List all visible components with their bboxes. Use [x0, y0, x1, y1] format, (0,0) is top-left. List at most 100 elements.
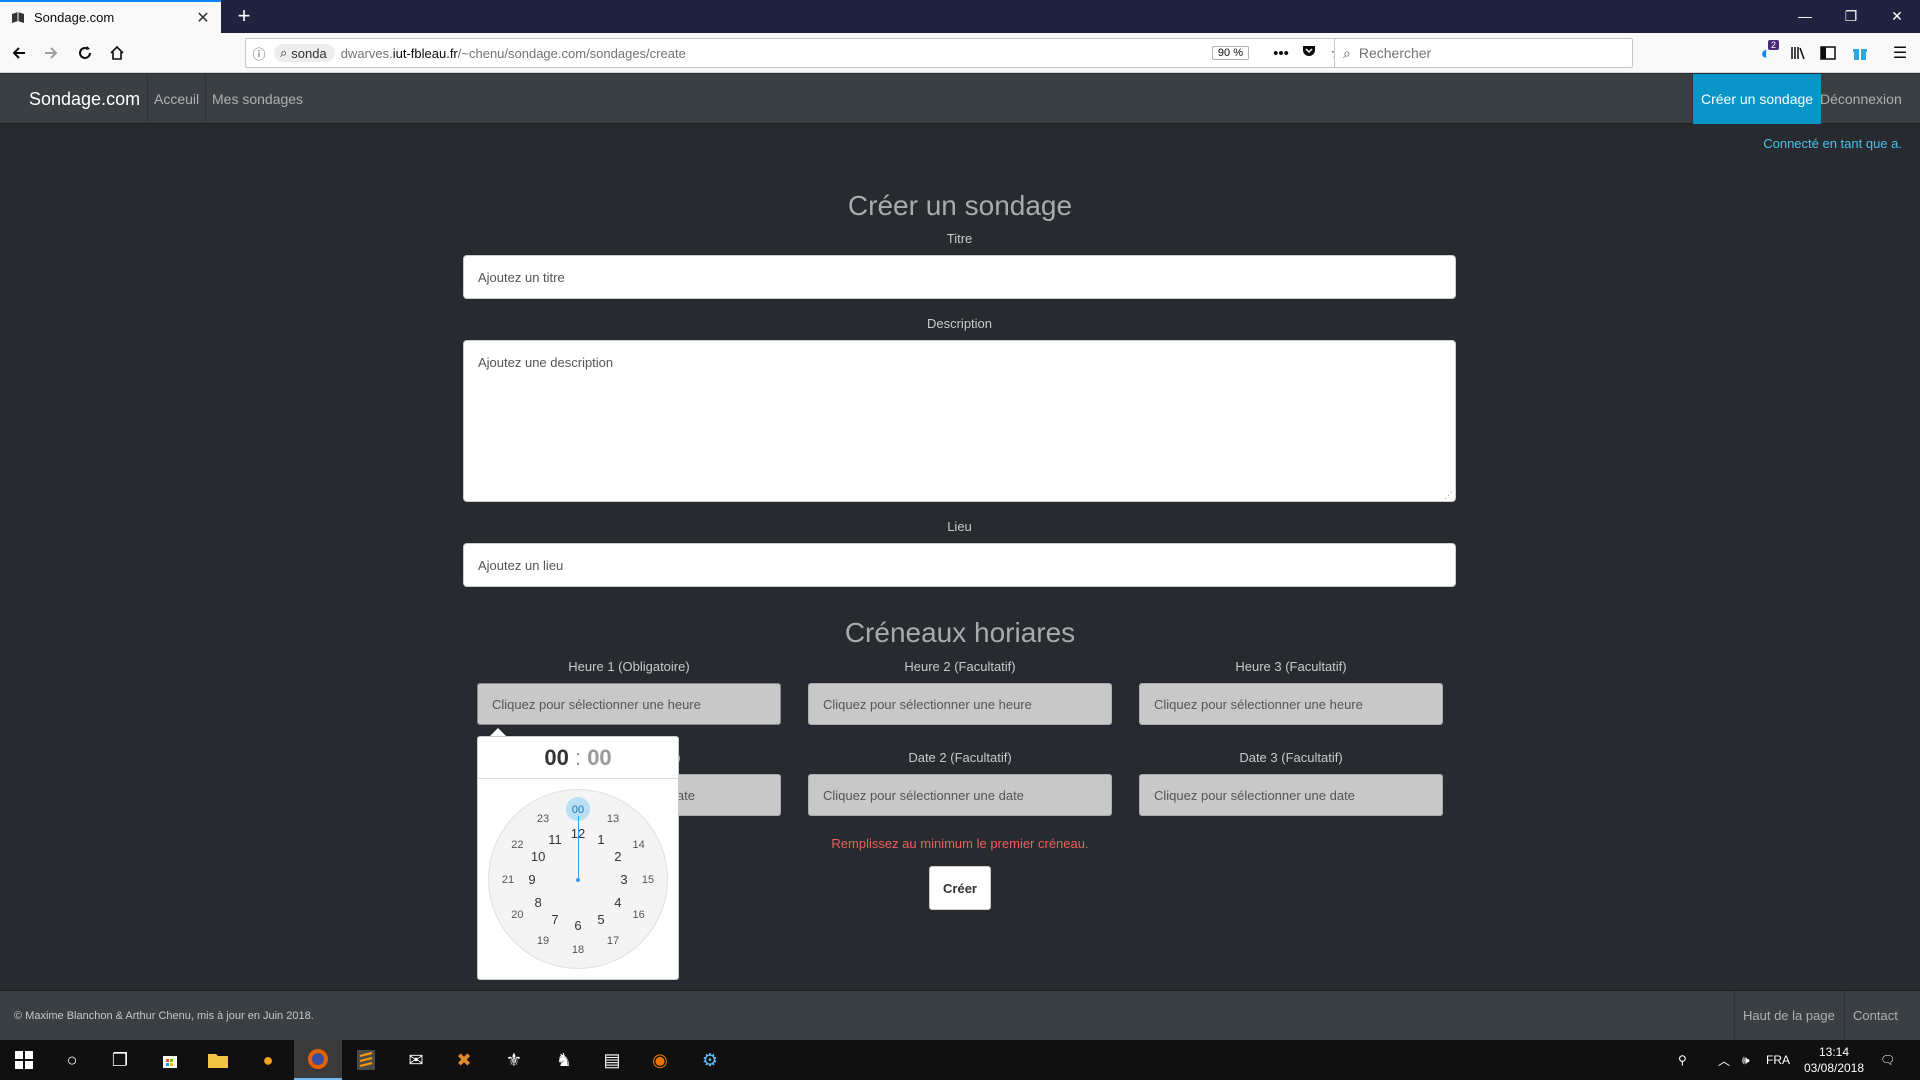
taskbar-clock[interactable]: 13:14 03/08/2018 [1794, 1044, 1874, 1076]
clock-hour-22[interactable]: 22 [505, 837, 529, 853]
place-input[interactable]: Ajoutez un lieu [463, 543, 1456, 587]
notification-badge: 2 [1768, 40, 1780, 50]
site-brand[interactable]: Sondage.com [29, 74, 140, 124]
window-close-icon[interactable]: ✕ [1874, 0, 1920, 33]
clock-hour-00[interactable]: 00 [566, 802, 590, 818]
url-path: /~chenu/sondage.com/sondages/create [457, 45, 686, 61]
date-3-input[interactable]: Cliquez pour sélectionner une date [1139, 774, 1443, 816]
slots-heading: Créneaux horiares [844, 617, 1076, 648]
language-indicator[interactable]: FRA [1766, 1040, 1790, 1080]
clock-hour-13[interactable]: 13 [601, 811, 625, 827]
search-chip[interactable]: ⌕ sonda [274, 44, 335, 62]
task-view-icon[interactable]: ❐ [96, 1040, 144, 1080]
clock-hour-8[interactable]: 8 [526, 895, 550, 911]
page-actions-icon[interactable]: ••• [1267, 45, 1295, 62]
url-text[interactable]: dwarves.iut-fbleau.fr/~chenu/sondage.com… [341, 46, 1212, 61]
clock-hour-9[interactable]: 9 [520, 872, 544, 888]
extension-icon[interactable]: ◐ 2 [1752, 39, 1780, 67]
library-icon[interactable] [1784, 39, 1812, 67]
clock-hour-20[interactable]: 20 [505, 907, 529, 923]
hour-3-input[interactable]: Cliquez pour sélectionner une heure [1139, 683, 1443, 725]
footer-top-link[interactable]: Haut de la page [1734, 991, 1843, 1041]
clock-hour-15[interactable]: 15 [636, 872, 660, 888]
people-icon[interactable]: ⚲ [1678, 1040, 1687, 1080]
clock-hour-12[interactable]: 12 [566, 826, 590, 842]
hour-1-label: Heure 1 (Obligatoire) [568, 659, 690, 674]
sidebar-icon[interactable] [1814, 39, 1842, 67]
connected-user-text[interactable]: Connecté en tant que a. [1763, 136, 1902, 151]
nav-home-link[interactable]: Acceuil [147, 74, 205, 124]
store-icon[interactable] [146, 1040, 194, 1080]
hour-1-input[interactable]: Cliquez pour sélectionner une heure [477, 683, 781, 725]
home-button[interactable] [103, 39, 131, 67]
description-placeholder: Ajoutez une description [478, 355, 614, 370]
nav-logout-link[interactable]: Déconnexion [1814, 74, 1908, 124]
hour-2-input[interactable]: Cliquez pour sélectionner une heure [808, 683, 1112, 725]
restore-icon[interactable]: ❐ [1828, 0, 1874, 33]
file-explorer-icon[interactable] [194, 1040, 242, 1080]
hour-1-placeholder: Cliquez pour sélectionner une heure [492, 696, 701, 712]
clock-hour-10[interactable]: 10 [526, 849, 550, 865]
forward-button[interactable] [37, 39, 65, 67]
browser-tabbar: Sondage.com ✕ + — ❐ ✕ [0, 0, 1920, 33]
game-icon[interactable]: ♞ [540, 1040, 588, 1080]
clock-hour-3[interactable]: 3 [612, 872, 636, 888]
pocket-icon[interactable] [1295, 44, 1323, 62]
description-textarea[interactable]: Ajoutez une description ⋰ [463, 340, 1456, 502]
skyrim-icon[interactable]: ⚜ [490, 1040, 538, 1080]
app-icon[interactable]: ● [244, 1040, 292, 1080]
start-icon[interactable] [0, 1040, 48, 1080]
tab-close-icon[interactable]: ✕ [195, 8, 211, 28]
resize-handle-icon[interactable]: ⋰ [1444, 490, 1453, 501]
clock-hour-7[interactable]: 7 [543, 912, 567, 928]
tray-expand-icon[interactable]: ︿ [1718, 1040, 1730, 1080]
date-2-placeholder: Cliquez pour sélectionner une date [823, 787, 1024, 803]
clock-hour-6[interactable]: 6 [566, 918, 590, 934]
reload-button[interactable] [71, 39, 99, 67]
clock-hour-21[interactable]: 21 [496, 872, 520, 888]
clock-hour-11[interactable]: 11 [543, 832, 567, 848]
title-label: Titre [946, 231, 973, 246]
clock-hour-14[interactable]: 14 [627, 837, 651, 853]
date-2-input[interactable]: Cliquez pour sélectionner une date [808, 774, 1112, 816]
gift-icon[interactable] [1846, 39, 1874, 67]
steam-icon[interactable]: ⚙ [686, 1040, 734, 1080]
page-info-icon[interactable]: ⓘ [246, 44, 272, 63]
clock-hour-23[interactable]: 23 [531, 811, 555, 827]
clock-hours[interactable]: 00 [544, 745, 568, 770]
back-button[interactable] [5, 39, 33, 67]
nav-create-poll-link[interactable]: Créer un sondage [1692, 74, 1822, 124]
taskbar-date: 03/08/2018 [1803, 1061, 1865, 1075]
picker-arrow [490, 728, 506, 736]
clock-center-dot [576, 878, 580, 882]
firefox-icon[interactable] [294, 1040, 342, 1080]
new-tab-icon[interactable]: + [231, 3, 257, 29]
footer-contact-link[interactable]: Contact [1844, 991, 1906, 1041]
mail-icon[interactable]: ✉ [392, 1040, 440, 1080]
clock-hour-19[interactable]: 19 [531, 933, 555, 949]
clock-hour-17[interactable]: 17 [601, 933, 625, 949]
url-bar[interactable]: ⓘ ⌕ sonda dwarves.iut-fbleau.fr/~chenu/s… [245, 38, 1352, 68]
search-bar[interactable]: ⌕ Rechercher [1334, 38, 1633, 68]
clock-dial[interactable]: 12 1 2 3 4 5 6 7 8 9 10 11 00 13 14 15 16 17 18 19 20 21 22 23 [488, 789, 668, 969]
clock-hour-5[interactable]: 5 [589, 912, 613, 928]
clock-hour-16[interactable]: 16 [627, 907, 651, 923]
clock-hour-1[interactable]: 1 [589, 832, 613, 848]
clock-hour-18[interactable]: 18 [566, 942, 590, 958]
sublime-text-icon[interactable] [342, 1040, 390, 1080]
create-button[interactable]: Créer [929, 866, 991, 910]
nav-my-polls-link[interactable]: Mes sondages [205, 74, 309, 124]
zoom-indicator[interactable]: 90 % [1211, 46, 1249, 60]
clock-minutes[interactable]: 00 [587, 745, 611, 770]
title-input[interactable]: Ajoutez un titre [463, 255, 1456, 299]
cortana-icon[interactable]: ○ [48, 1040, 96, 1080]
volume-icon[interactable]: 🕪 [1742, 1040, 1750, 1080]
notepad-icon[interactable]: ▤ [588, 1040, 636, 1080]
blender-icon[interactable]: ◉ [636, 1040, 684, 1080]
book-favicon-icon [10, 10, 26, 26]
tool-icon[interactable]: ✖ [440, 1040, 488, 1080]
hamburger-icon[interactable]: ☰ [1886, 39, 1914, 67]
notifications-icon[interactable]: 🗨 [1880, 1040, 1895, 1080]
browser-tab[interactable]: Sondage.com ✕ [0, 0, 221, 33]
minimize-icon[interactable]: — [1782, 0, 1828, 33]
